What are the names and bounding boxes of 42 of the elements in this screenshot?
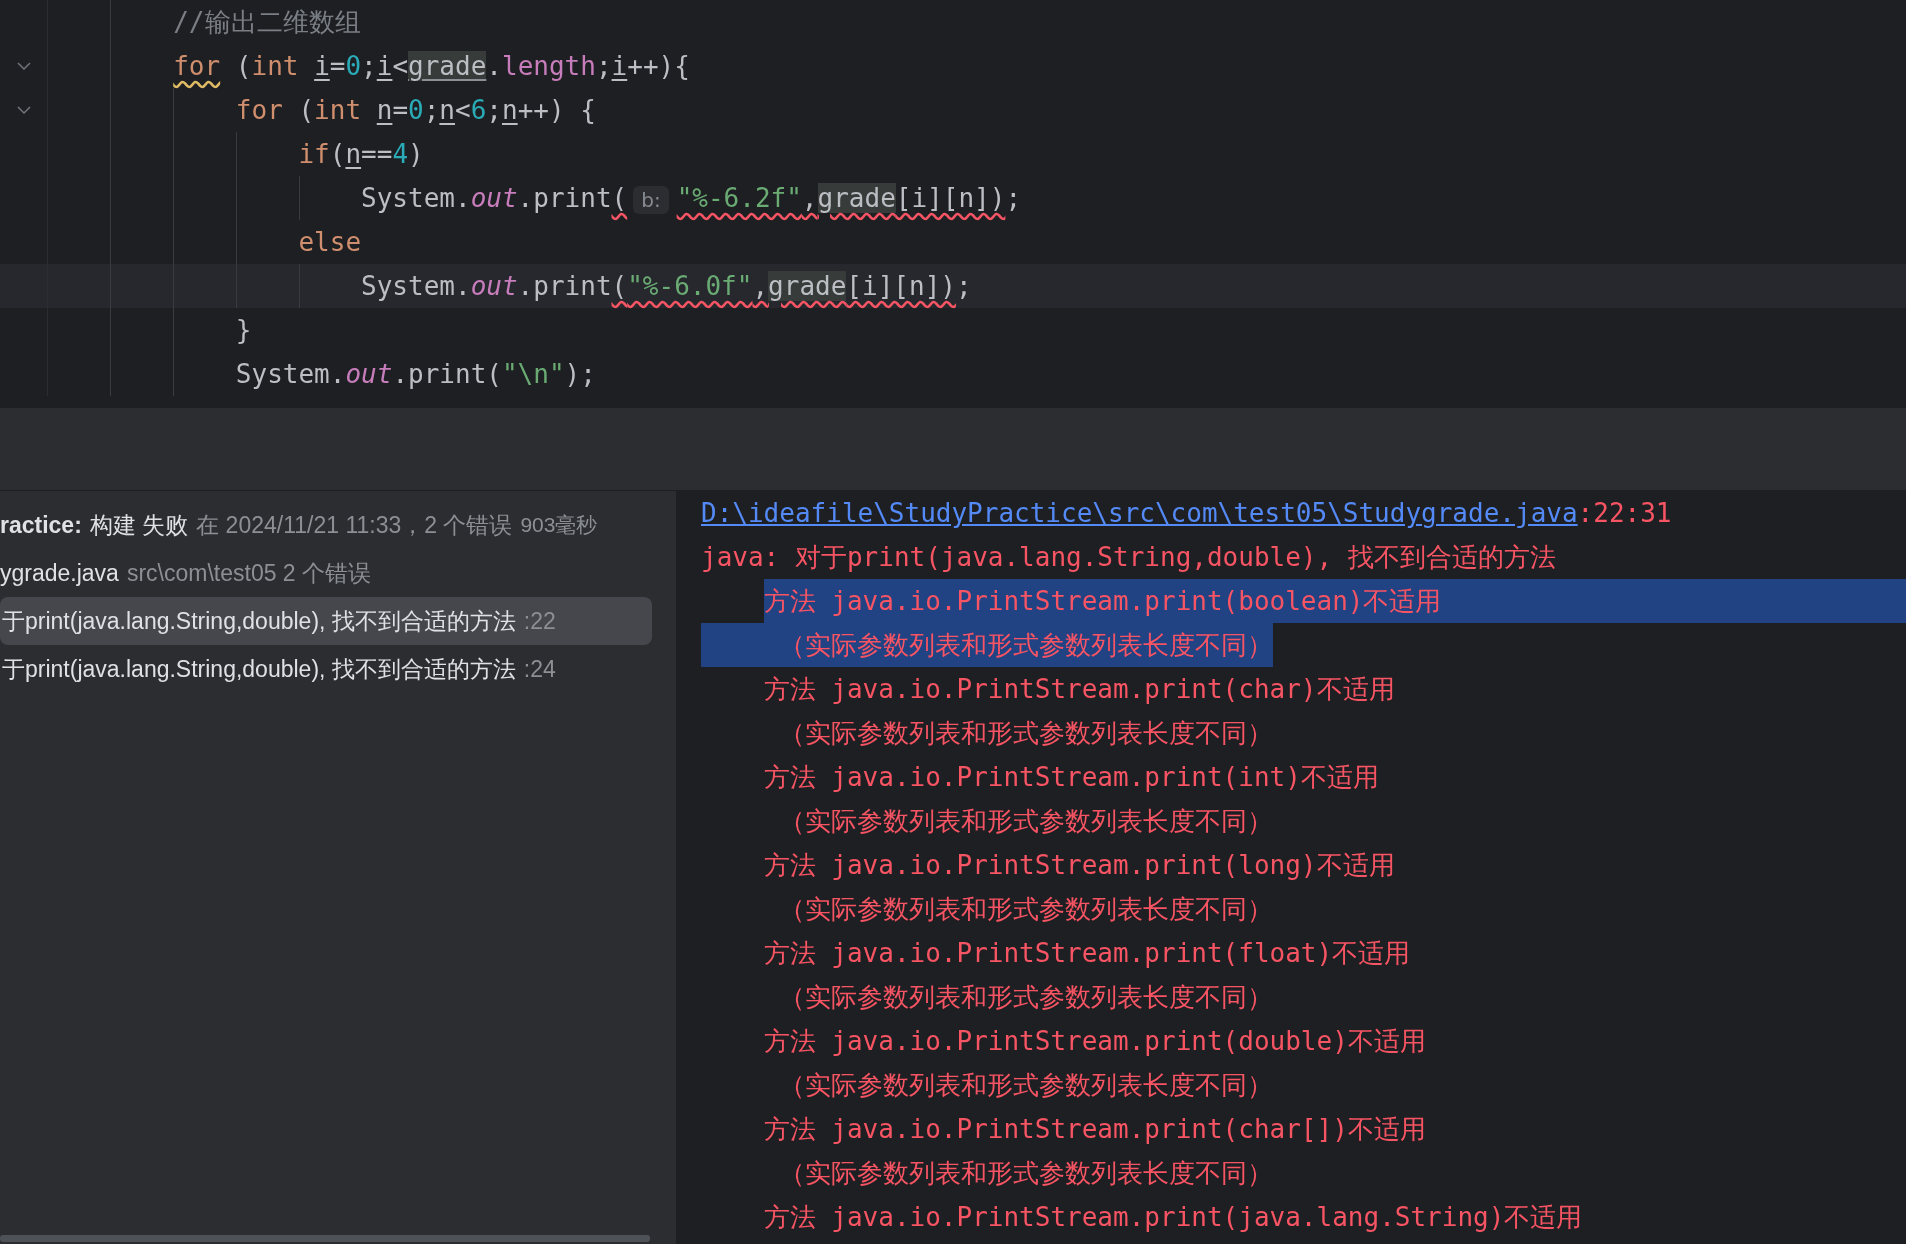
console-line: （实际参数列表和形式参数列表长度不同）: [778, 805, 1274, 838]
tree-row[interactable]: ygrade.java src\com\test05 2 个错误: [0, 549, 652, 597]
console-line: 方法 java.io.PrintStream.print(char)不适用: [763, 673, 1395, 706]
code-line: for (int i=0;i<grade.length;i++){: [173, 50, 690, 83]
fold-chevron-icon[interactable]: [16, 106, 31, 114]
code-line: }: [235, 314, 252, 347]
console-line: 方法 java.io.PrintStream.print(int)不适用: [763, 761, 1379, 794]
tree-row[interactable]: 于print(java.lang.String,double), 找不到合适的方法 :22: [0, 597, 652, 645]
code-line: if(n==4): [298, 138, 424, 171]
console-line: （实际参数列表和形式参数列表长度不同）: [778, 1157, 1274, 1190]
console-line: （实际参数列表和形式参数列表长度不同）: [778, 893, 1274, 926]
build-status: 构建 失败: [89, 510, 189, 540]
tree-row[interactable]: ractice: 构建 失败 在 2024/11/21 11:33，2 个错误 903毫秒: [0, 501, 652, 549]
project-name: ractice:: [0, 511, 82, 539]
console-line: java: 对于print(java.lang.String,double), 找不到合适的方法: [701, 541, 1556, 574]
file-link[interactable]: D:\ideafile\StudyPractice\src\com\test05\Studygrade.java: [701, 498, 1578, 528]
console-line: （实际参数列表和形式参数列表长度不同）: [778, 981, 1274, 1014]
console-line: 方法 java.io.PrintStream.print(float)不适用: [763, 937, 1411, 970]
console-line: 方法 java.io.PrintStream.print(double)不适用: [763, 1025, 1426, 1058]
console-line: 方法 java.io.PrintStream.print(char[])不适用: [763, 1113, 1426, 1146]
console-line: （实际参数列表和形式参数列表长度不同）: [778, 1069, 1274, 1102]
file-name: ygrade.java: [0, 559, 119, 587]
code-line: else: [298, 226, 362, 259]
file-path: src\com\test05 2 个错误: [126, 558, 372, 588]
scrollbar[interactable]: [0, 1235, 650, 1242]
line-number: :24: [523, 655, 556, 683]
line-column: :22:31: [1577, 498, 1672, 528]
console-line: （实际参数列表和形式参数列表长度不同）: [778, 717, 1274, 750]
build-detail: 在 2024/11/21 11:33，2 个错误: [196, 510, 513, 540]
code-line: System.out.print("\n");: [235, 358, 596, 391]
error-message: 于print(java.lang.String,double), 找不到合适的方法: [1, 654, 516, 684]
tree-row[interactable]: 于print(java.lang.String,double), 找不到合适的方法 :24: [0, 645, 652, 693]
build-duration: 903毫秒: [520, 512, 598, 538]
code-line: for (int n=0;n<6;n++) {: [235, 94, 596, 127]
console-line: 方法 java.io.PrintStream.print(long)不适用: [763, 849, 1395, 882]
error-message: 于print(java.lang.String,double), 找不到合适的方法: [1, 606, 516, 636]
code-line: System.out.print( b: "%-6.2f",grade[i][n]);: [361, 182, 1022, 216]
fold-chevron-icon[interactable]: [16, 62, 31, 70]
console-line: 方法 java.io.PrintStream.print(java.lang.String)不适用: [763, 1201, 1583, 1234]
line-number: :22: [523, 607, 556, 635]
code-line: System.out.print("%-6.0f",grade[i][n]);: [361, 270, 972, 303]
code-line: //输出二维数组: [173, 6, 361, 39]
